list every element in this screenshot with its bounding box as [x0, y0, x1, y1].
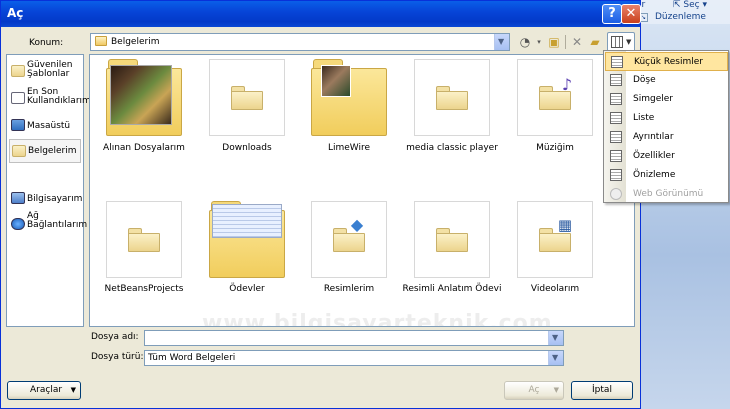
web-view-icon — [610, 188, 622, 200]
folder-thumbnail — [311, 59, 387, 136]
picture-icon: ◆ — [350, 215, 364, 234]
my-computer-icon — [11, 192, 25, 204]
folder-icon — [11, 65, 25, 77]
folder-icon — [128, 228, 160, 252]
cancel-button[interactable]: İptal — [571, 381, 633, 400]
cursor-icon: ⇱ — [673, 0, 684, 10]
dialog-title: Aç — [7, 6, 24, 20]
select-button[interactable]: ⇱ Seç ▾ — [673, 0, 707, 10]
photo-thumbnail — [321, 65, 351, 97]
folder-thumbnail: ♪ — [517, 59, 593, 136]
preview-icon — [610, 169, 622, 181]
place-my-computer[interactable]: Bilgisayarım — [9, 192, 82, 208]
menu-item-tiles[interactable]: Döşe — [605, 71, 728, 90]
filename-input[interactable] — [144, 330, 564, 346]
toolbar-separator — [565, 35, 566, 49]
file-name: Videolarım — [530, 284, 580, 294]
list-icon — [610, 112, 622, 124]
place-network[interactable]: Ağ Bağlantılarım — [9, 212, 87, 238]
properties-icon — [610, 150, 622, 162]
film-icon: ▦ — [557, 216, 573, 234]
folder-thumbnail: ▦ — [517, 201, 593, 278]
file-name: NetBeansProjects — [104, 284, 184, 294]
views-button[interactable]: ▼ — [607, 32, 635, 52]
views-menu: Küçük Resimler Döşe Simgeler Liste Ayrın… — [603, 50, 729, 203]
open-dialog: Aç ? ✕ Konum: Belgelerim ◔ ▾ ▣ ✕ ▰ ▼ Güv… — [0, 0, 641, 409]
location-value: Belgelerim — [111, 37, 160, 47]
help-button[interactable]: ? — [602, 4, 622, 24]
folder-icon — [436, 86, 468, 110]
folder-icon — [231, 86, 263, 110]
place-desktop[interactable]: Masaüstü — [9, 119, 81, 135]
close-button[interactable]: ✕ — [621, 4, 641, 24]
chevron-down-icon[interactable] — [548, 331, 563, 345]
folder-icon — [436, 228, 468, 252]
thumbnails-icon — [611, 56, 623, 68]
details-icon — [610, 131, 622, 143]
file-name: media classic player — [406, 143, 498, 153]
file-name: Downloads — [222, 143, 272, 153]
dialog-body: Konum: Belgelerim ◔ ▾ ▣ ✕ ▰ ▼ Güvenilen … — [1, 27, 640, 408]
file-name: Resimli Anlatım Ödevi — [402, 284, 502, 294]
folder-thumbnail — [106, 201, 182, 278]
filetype-select[interactable]: Tüm Word Belgeleri — [144, 350, 564, 366]
folder-thumbnail — [414, 201, 490, 278]
back-dropdown-icon[interactable]: ▾ — [531, 34, 547, 50]
file-name: Müziğim — [536, 143, 574, 153]
folder-thumbnail: ◆ — [311, 201, 387, 278]
folder-thumbnail — [414, 59, 490, 136]
menu-item-thumbnails[interactable]: Küçük Resimler — [605, 52, 728, 71]
file-name: Ödevler — [229, 284, 265, 294]
editing-group-label: Düzenleme — [655, 12, 706, 22]
document-preview — [212, 204, 282, 238]
menu-item-details[interactable]: Ayrıntılar — [605, 128, 728, 147]
watermark-text: www.bilgisayarteknik.com — [202, 311, 553, 327]
open-button[interactable]: Aç — [504, 381, 564, 400]
new-folder-icon[interactable]: ▰ — [587, 34, 603, 50]
file-name: Alınan Dosyalarım — [103, 143, 185, 153]
music-note-icon: ♪ — [561, 75, 573, 94]
menu-item-list[interactable]: Liste — [605, 109, 728, 128]
folder-icon — [95, 36, 107, 46]
location-label: Konum: — [29, 38, 64, 48]
recent-docs-icon — [11, 92, 25, 104]
photo-thumbnail — [110, 65, 172, 125]
place-my-documents[interactable]: Belgelerim — [9, 139, 81, 163]
folder-thumbnail — [209, 201, 285, 278]
filetype-value: Tüm Word Belgeleri — [148, 353, 236, 363]
chevron-down-icon[interactable] — [494, 34, 509, 50]
up-folder-icon[interactable]: ▣ — [546, 34, 562, 50]
places-bar: Güvenilen Şablonlar En Son Kullandıkları… — [6, 54, 91, 327]
my-documents-icon — [12, 145, 26, 157]
menu-item-properties[interactable]: Özellikler — [605, 147, 728, 166]
location-combo[interactable]: Belgelerim — [90, 33, 510, 51]
place-trusted-templates[interactable]: Güvenilen Şablonlar — [9, 61, 81, 85]
chevron-down-icon[interactable] — [548, 351, 563, 365]
place-recent[interactable]: En Son Kullandıklarım — [9, 88, 91, 112]
folder-thumbnail — [209, 59, 285, 136]
icons-view-icon — [610, 93, 622, 105]
chevron-down-icon: ▼ — [626, 38, 632, 46]
delete-icon[interactable]: ✕ — [569, 34, 585, 50]
tiles-icon — [610, 74, 622, 86]
filetype-label: Dosya türü: — [91, 352, 144, 362]
folder-thumbnail — [106, 59, 182, 136]
menu-item-web-view[interactable]: Web Görünümü — [605, 185, 728, 204]
menu-item-preview[interactable]: Önizleme — [605, 166, 728, 185]
tools-button[interactable]: Araçlar — [7, 381, 81, 400]
network-places-icon — [11, 218, 25, 230]
filename-label: Dosya adı: — [91, 332, 139, 342]
views-grid-icon — [611, 36, 623, 48]
file-list: www.bilgisayarteknik.com Alınan Dosyalar… — [89, 54, 635, 327]
desktop-icon — [11, 119, 25, 131]
file-name: LimeWire — [327, 143, 371, 153]
file-name: Resimlerim — [323, 284, 375, 294]
title-bar: Aç ? ✕ — [1, 1, 641, 27]
menu-item-icons[interactable]: Simgeler — [605, 90, 728, 109]
